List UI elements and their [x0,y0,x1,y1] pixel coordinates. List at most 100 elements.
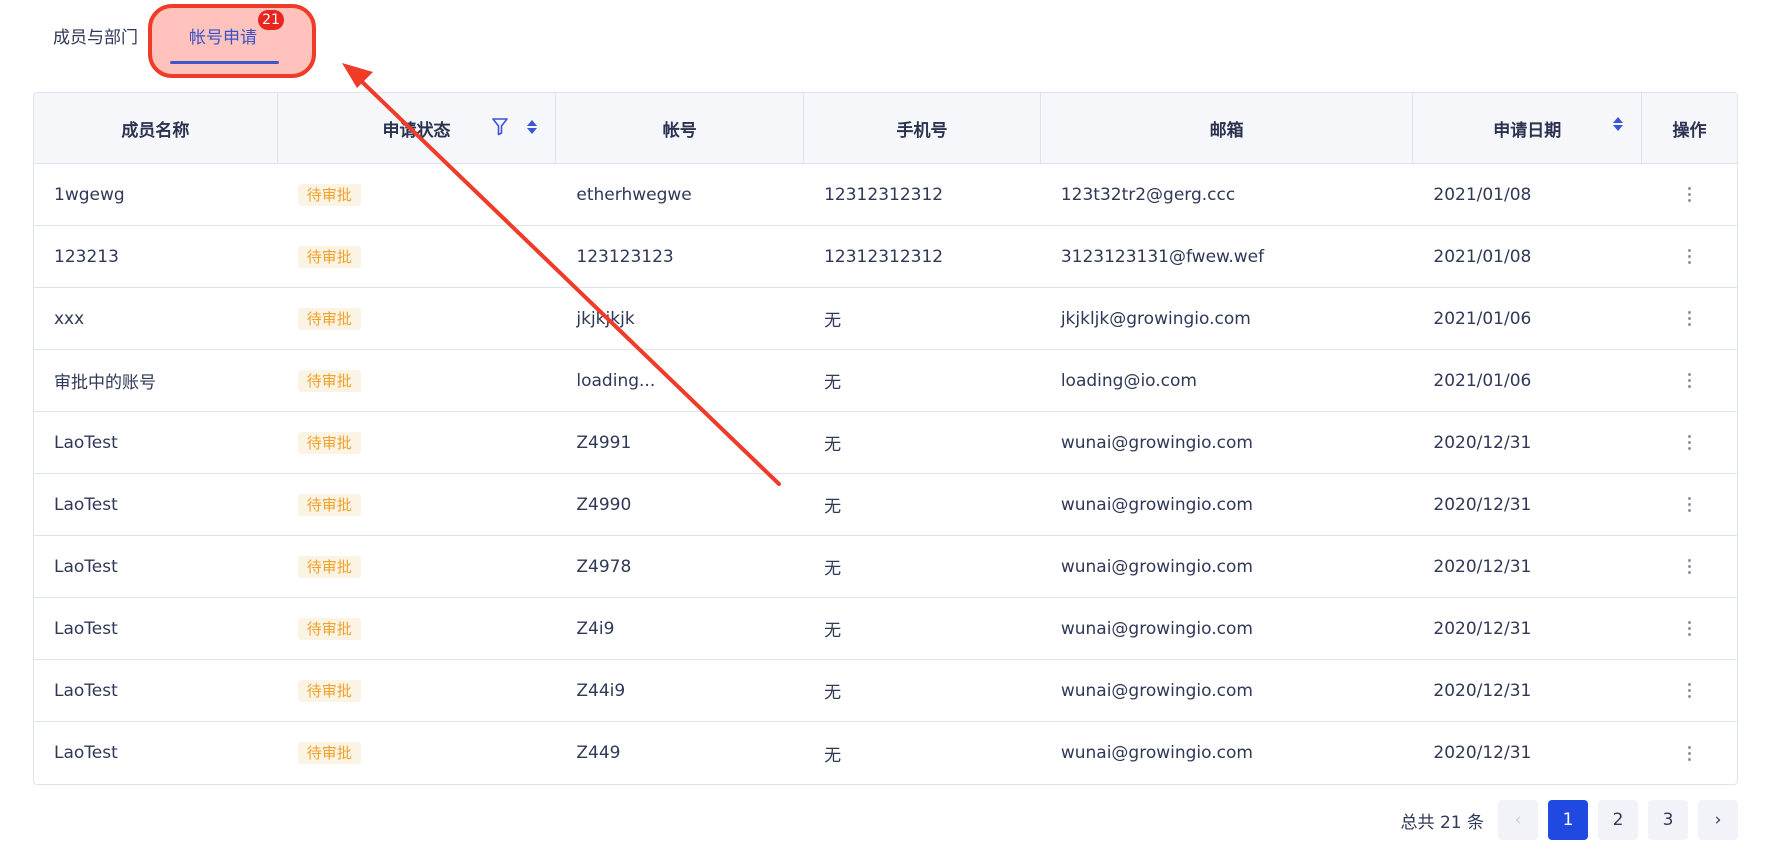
cell-actions [1642,350,1737,411]
cell-phone: 无 [824,559,842,579]
cell-email: wunai@growingio.com [1060,432,1253,453]
cell-apply-date: 2020/12/31 [1433,618,1532,639]
more-vertical-icon[interactable] [1684,555,1695,578]
cell-phone: 12312312312 [824,184,944,205]
cell-account: jkjkjkjk [576,308,635,329]
cell-status: 待审批 [278,412,557,473]
tab-members-and-departments[interactable]: 成员与部门 [53,28,138,48]
cell-actions [1642,288,1737,349]
table-row: xxx 待审批 jkjkjkjk 无 jkjkljk@growingio.com… [34,288,1737,350]
cell-apply-date: 2021/01/08 [1433,184,1532,205]
cell-account: 123123123 [576,246,674,267]
more-vertical-icon[interactable] [1684,742,1695,765]
cell-status: 待审批 [278,660,557,721]
column-header-account: 帐号 [556,93,805,163]
tab-account-application[interactable]: 帐号申请 [189,28,257,48]
cell-actions [1642,474,1737,535]
more-vertical-icon[interactable] [1684,679,1695,702]
table-row: 123213 待审批 123123123 12312312312 3123123… [34,226,1737,288]
cell-member-name: LaoTest [54,494,118,515]
more-vertical-icon[interactable] [1684,245,1695,268]
cell-status: 待审批 [278,350,557,411]
more-vertical-icon[interactable] [1684,183,1695,206]
more-vertical-icon[interactable] [1684,307,1695,330]
column-header-actions: 操作 [1672,120,1707,141]
cell-apply-date: 2021/01/06 [1433,308,1532,329]
cell-status: 待审批 [278,164,557,225]
cell-member-name: LaoTest [54,743,118,763]
sort-icon[interactable] [527,119,538,134]
cell-apply-date: 2020/12/31 [1433,556,1532,577]
prev-page-button[interactable]: ‹ [1498,800,1538,840]
cell-account: Z449 [576,743,621,763]
table-row: LaoTest 待审批 Z4990 无 wunai@growingio.com … [34,474,1737,536]
page-3-button[interactable]: 3 [1648,800,1688,840]
status-badge: 待审批 [297,307,361,330]
cell-phone: 无 [824,311,842,331]
cell-email: 3123123131@fwew.wef [1060,246,1265,267]
page-1-button[interactable]: 1 [1548,800,1588,840]
cell-email: wunai@growingio.com [1060,680,1253,701]
cell-member-name: LaoTest [54,432,118,453]
table-header: 成员名称 申请状态 帐号 手机号 邮箱 申请日期 操作 [34,93,1737,164]
cell-email: wunai@growingio.com [1060,494,1253,515]
pagination: 总共 21 条 ‹ 1 2 3 › [1401,800,1738,840]
cell-status: 待审批 [278,722,557,784]
cell-member-name: xxx [54,308,85,329]
cell-status: 待审批 [278,474,557,535]
cell-email: wunai@growingio.com [1060,743,1253,763]
more-vertical-icon[interactable] [1684,369,1695,392]
cell-member-name: LaoTest [54,556,118,577]
status-badge: 待审批 [297,555,361,578]
cell-phone: 12312312312 [824,246,944,267]
active-tab-indicator [170,61,279,64]
cell-apply-date: 2020/12/31 [1433,743,1532,763]
cell-apply-date: 2020/12/31 [1433,680,1532,701]
cell-email: wunai@growingio.com [1060,556,1253,577]
status-badge: 待审批 [297,742,361,764]
more-vertical-icon[interactable] [1684,493,1695,516]
cell-status: 待审批 [278,288,557,349]
status-badge: 待审批 [297,183,361,206]
page-2-button[interactable]: 2 [1598,800,1638,840]
cell-member-name: LaoTest [54,680,118,701]
filter-icon[interactable] [491,117,509,136]
cell-account: etherhwegwe [576,184,692,205]
status-badge: 待审批 [297,431,361,454]
status-badge: 待审批 [297,617,361,640]
column-header-member-name: 成员名称 [34,93,278,163]
cell-member-name: 123213 [54,246,119,267]
cell-actions [1642,164,1737,225]
next-page-button[interactable]: › [1698,800,1738,840]
pagination-total: 总共 21 条 [1400,812,1484,833]
table-row: LaoTest 待审批 Z4i9 无 wunai@growingio.com 2… [34,598,1737,660]
more-vertical-icon[interactable] [1684,617,1695,640]
column-header-status: 申请状态 [278,93,557,163]
cell-status: 待审批 [278,536,557,597]
table-row: LaoTest 待审批 Z4978 无 wunai@growingio.com … [34,536,1737,598]
more-vertical-icon[interactable] [1684,431,1695,454]
cell-member-name: 1wgewg [54,184,125,205]
cell-phone: 无 [824,621,842,641]
table-row: LaoTest 待审批 Z4991 无 wunai@growingio.com … [34,412,1737,474]
table-row: LaoTest 待审批 Z44i9 无 wunai@growingio.com … [34,660,1737,722]
cell-actions [1642,598,1737,659]
cell-apply-date: 2020/12/31 [1433,432,1532,453]
status-badge: 待审批 [297,369,361,392]
cell-actions [1642,722,1737,784]
cell-actions [1642,412,1737,473]
cell-email: jkjkljk@growingio.com [1060,308,1251,329]
status-badge: 待审批 [297,245,361,268]
cell-actions [1642,226,1737,287]
cell-email: 123t32tr2@gerg.ccc [1060,184,1236,205]
account-application-table: 成员名称 申请状态 帐号 手机号 邮箱 申请日期 操作 1wgewg 待审批 e… [33,92,1738,785]
cell-account: loading... [576,370,656,391]
table-row: LaoTest 待审批 Z449 无 wunai@growingio.com 2… [34,722,1737,784]
cell-member-name: LaoTest [54,618,118,639]
cell-email: loading@io.com [1060,370,1197,391]
cell-phone: 无 [824,435,842,455]
sort-icon[interactable] [1613,117,1624,131]
cell-phone: 无 [824,373,842,393]
column-header-phone: 手机号 [804,93,1041,163]
cell-status: 待审批 [278,226,557,287]
